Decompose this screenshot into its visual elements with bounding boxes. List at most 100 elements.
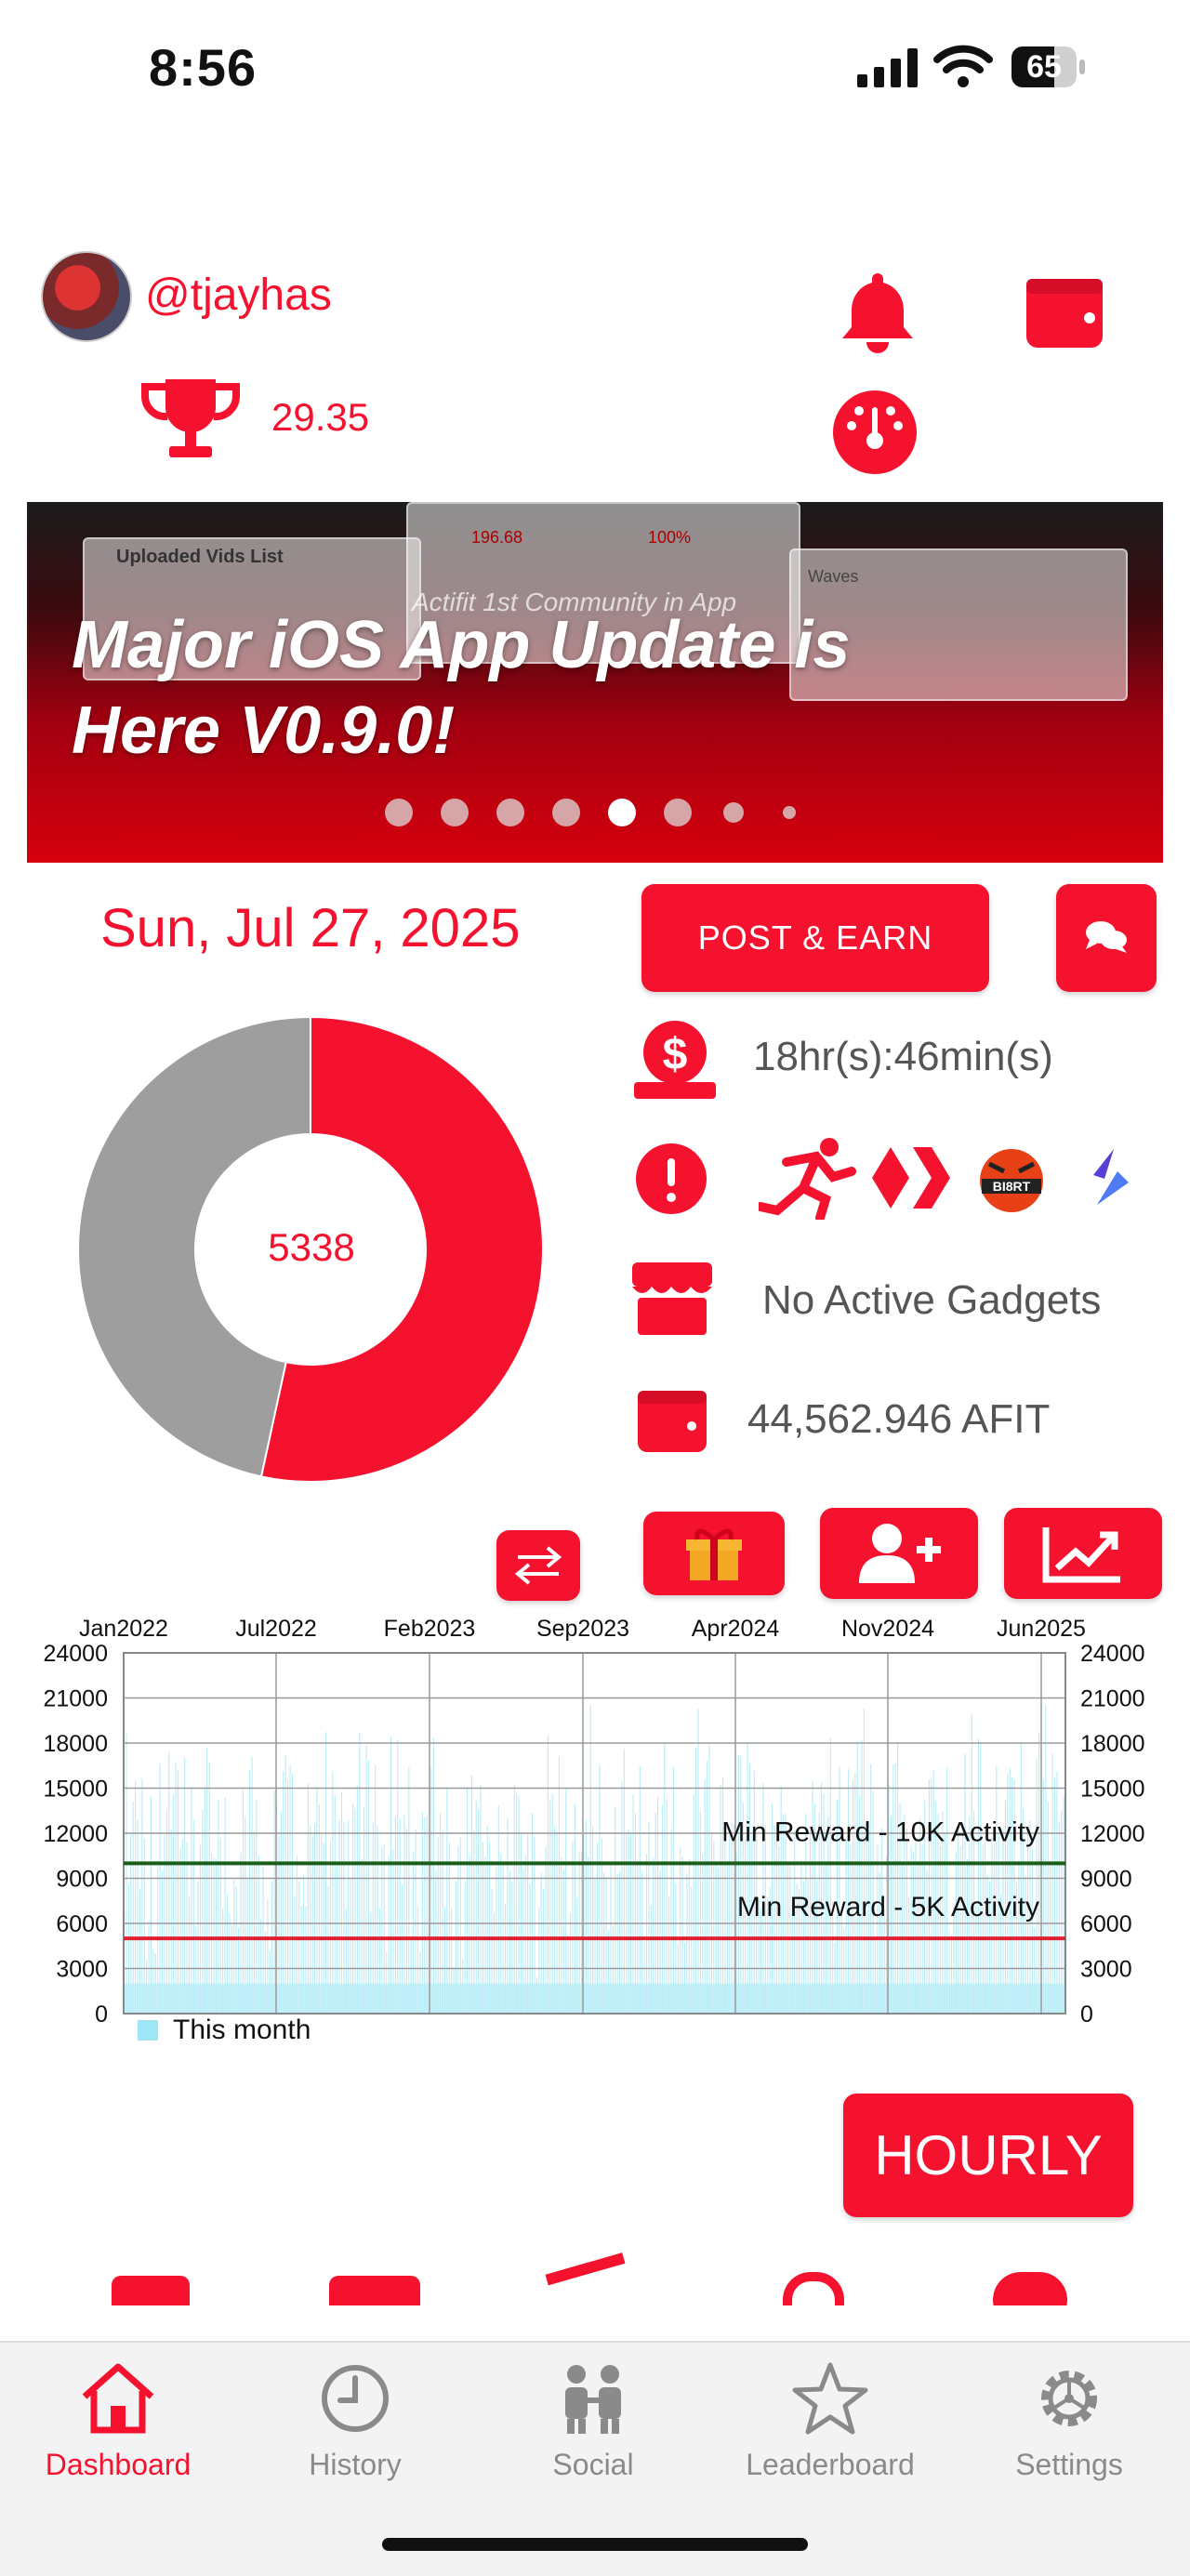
chart-bar (748, 1763, 751, 2014)
chart-ytick-right: 15000 (1080, 1777, 1145, 1803)
chart-bar (605, 1876, 607, 2014)
chart-bar (184, 1758, 186, 2014)
avatar[interactable] (41, 251, 132, 342)
nav-social[interactable]: Social (491, 2361, 695, 2482)
chart-bar (829, 1737, 831, 2014)
chart-bar (378, 1908, 381, 2014)
chart-bar (392, 1849, 394, 2014)
chart-bar (327, 1885, 329, 2014)
username[interactable]: @tjayhas (145, 270, 332, 321)
chart-bar (435, 1870, 437, 2014)
chart-bar (470, 1775, 472, 2014)
reward-value: 29.35 (271, 395, 370, 439)
chart-bar (208, 1762, 210, 2014)
chart-bar (413, 1852, 415, 2014)
chart-bar (440, 1812, 442, 2014)
chart-bar (507, 1816, 509, 2014)
chart-bar (168, 1751, 170, 2014)
svg-text:$: $ (663, 1030, 688, 1079)
chart-bar (480, 1784, 482, 2014)
bell-icon[interactable] (837, 270, 919, 360)
chart-bar (256, 1799, 258, 2014)
chart-bar (446, 1789, 448, 2014)
chart-bar (148, 1920, 150, 2014)
chart-bar (197, 1881, 199, 2014)
store-icon[interactable] (628, 1259, 716, 1343)
chart-bar (191, 1787, 192, 2014)
chart-bar (478, 1809, 480, 2014)
chart-bar (464, 1882, 466, 2014)
battery-icon: 65 (1012, 46, 1086, 87)
nav-leaderboard[interactable]: Leaderboard (728, 2361, 932, 2482)
chart-bar (127, 1884, 129, 2014)
chart-bar (334, 1795, 336, 2014)
chat-button[interactable] (1056, 884, 1157, 992)
chart-bar (300, 1906, 302, 2014)
banner-dot[interactable] (723, 802, 744, 823)
chart-legend-swatch (138, 2020, 158, 2041)
chart-bars (124, 1705, 1065, 2014)
chart-bar (683, 1942, 686, 2014)
chart-bar (834, 1942, 836, 2014)
chart-bar (242, 1790, 244, 2014)
home-indicator[interactable] (382, 2538, 808, 2551)
chart-bar (316, 1786, 318, 2014)
chart-bar (314, 1823, 316, 2014)
banner-dot[interactable] (608, 799, 636, 826)
chart-bar (619, 1871, 621, 2014)
chart-bar (489, 1842, 491, 2014)
chart-xtick: Nov2024 (841, 1616, 934, 1642)
chart-xtick: Sep2023 (536, 1616, 629, 1642)
banner-dot[interactable] (552, 799, 580, 826)
banner-dot[interactable] (441, 799, 469, 826)
chart-bar (287, 1778, 289, 2014)
gift-button[interactable] (643, 1512, 785, 1595)
banner-dot[interactable] (385, 799, 413, 826)
banner-mock-value: 196.68 (471, 528, 523, 547)
chart-bar (253, 1830, 255, 2014)
nav-label: Settings (1015, 2448, 1123, 2481)
chart-bar (659, 1869, 661, 2014)
stats-button[interactable] (1004, 1508, 1162, 1599)
wallet-icon[interactable] (1025, 275, 1108, 356)
hourly-button[interactable]: HOURLY (843, 2094, 1133, 2217)
chart-bar (737, 1754, 739, 2014)
chart-bar (273, 1790, 275, 2014)
chart-bar (408, 1767, 410, 2014)
chart-bar (370, 1912, 372, 2014)
chart-bar (892, 1764, 894, 2014)
chart-bar (486, 1825, 488, 2014)
reward-timer: 18hr(s):46min(s) (753, 1034, 1053, 1079)
nav-dashboard[interactable]: Dashboard (16, 2361, 220, 2482)
chart-ytick-left: 6000 (56, 1911, 108, 1937)
nav-history[interactable]: History (253, 2361, 457, 2482)
chart-bar (152, 1949, 154, 2014)
news-banner[interactable]: Uploaded Vids List 196.68 100% Actifit 1… (27, 502, 1163, 863)
add-friend-button[interactable] (820, 1508, 978, 1599)
chart-ytick-left: 3000 (56, 1957, 108, 1983)
chart-bar (713, 1840, 715, 2014)
post-earn-button[interactable]: POST & EARN (641, 884, 989, 992)
chart-bar (354, 1808, 356, 2014)
chart-bar (260, 1919, 262, 2014)
chart-bar (165, 1810, 167, 2014)
chart-bar (843, 1928, 845, 2014)
chart-bar (222, 1909, 224, 2014)
chart-bar (632, 1794, 634, 2014)
banner-dot[interactable] (496, 799, 524, 826)
chart-bar (910, 1844, 912, 2014)
chart-xtick: Jan2022 (79, 1616, 168, 1642)
alert-icon[interactable] (634, 1142, 708, 1221)
banner-dot[interactable] (783, 806, 796, 819)
chart-bar (264, 1932, 267, 2014)
gauge-icon[interactable] (831, 389, 919, 481)
banner-dot[interactable] (664, 799, 692, 826)
chart-bar (170, 1830, 172, 2014)
chart-bar (173, 1793, 175, 2014)
chart-legend-label: This month (173, 2015, 311, 2045)
donut-value: 5338 (268, 1225, 355, 1269)
chart-bar (453, 1967, 455, 2014)
swap-button[interactable] (496, 1530, 580, 1601)
chart-bar (628, 1830, 629, 2014)
nav-settings[interactable]: Settings (967, 2361, 1171, 2482)
